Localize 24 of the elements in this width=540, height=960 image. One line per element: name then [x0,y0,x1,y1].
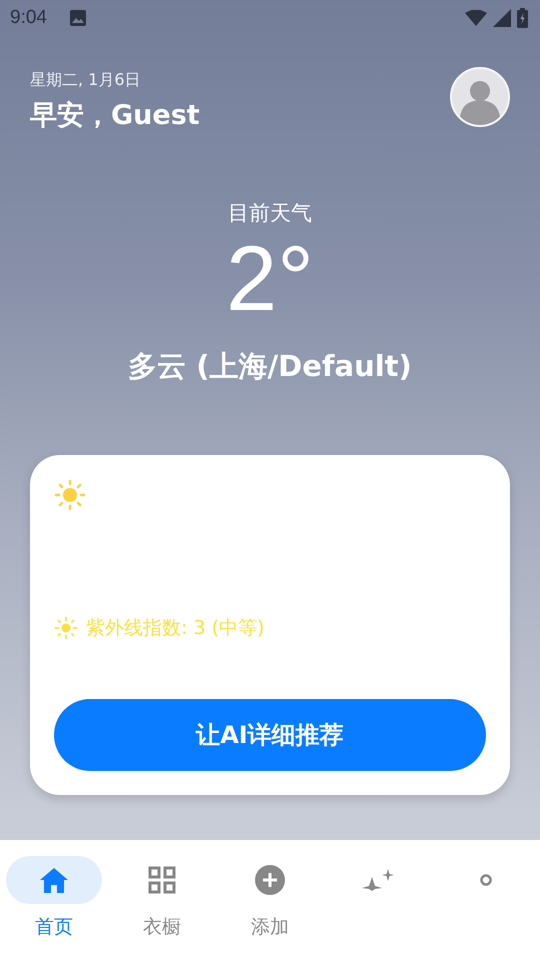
sun-icon [54,479,86,511]
grid-icon [148,866,176,894]
uv-index-text: 紫外线指数: 3 (中等) [86,616,264,641]
avatar-icon[interactable] [450,66,510,126]
sun-icon [54,616,78,640]
ai-recommend-button[interactable]: 让AI详细推荐 [54,699,486,771]
condition-text: 多云 (上海/Default) [128,348,412,385]
nav-tab[interactable] [6,856,102,904]
signal-icon [493,9,511,27]
date-text: 星期二, 1月6日 [30,70,142,91]
nav-label: 添加 [251,915,289,940]
greeting-text: 早安，Guest [30,99,200,133]
circle-icon [480,874,492,886]
temperature-text: 2° [226,233,314,325]
battery-icon [517,8,528,28]
nav-label: 首页 [35,915,73,940]
nav-label: 衣橱 [143,915,181,940]
wifi-icon [465,10,487,26]
image-icon [68,9,87,27]
add-icon [255,865,285,895]
weather-caption: 目前天气 [228,200,312,227]
home-icon [39,866,69,894]
status-time: 9:04 [10,7,47,29]
sparkle-icon [362,869,394,891]
